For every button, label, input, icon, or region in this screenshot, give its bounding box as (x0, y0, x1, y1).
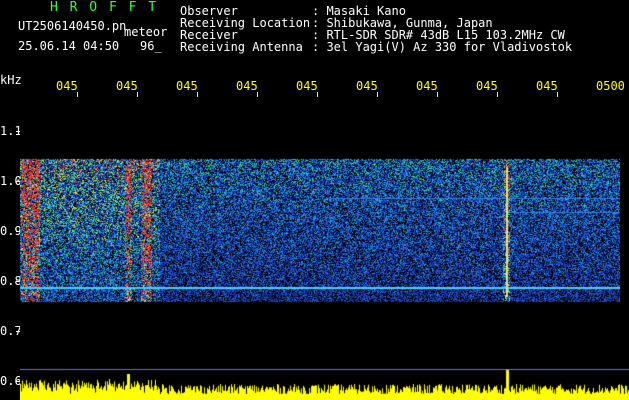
time-tick-label: 045 (476, 79, 498, 93)
time-tick-label: 045 (416, 79, 438, 93)
datetime: 25.06.14 04:50 (18, 39, 120, 53)
amplitude-strip (20, 368, 629, 400)
filename: UT2506140450.pn (18, 19, 127, 33)
time-tick-label: 045 (236, 79, 258, 93)
time-tick-label: 0500 (596, 79, 625, 93)
spectrogram-plot (20, 97, 620, 368)
time-tick-label: 045 (296, 79, 318, 93)
time-tick-label: 045 (356, 79, 378, 93)
info-value-antenna: : 3el Yagi(V) Az 330 for Vladivostok (312, 40, 573, 54)
meteor-label: meteor (124, 25, 168, 39)
time-tick-label: 045 (536, 79, 558, 93)
y-axis-unit: kHz (0, 73, 22, 87)
time-tick-label: 045 (56, 79, 78, 93)
meteor-count: 96_ (140, 39, 162, 53)
info-label-antenna: Receiving Antenna (180, 40, 303, 54)
time-tick-label: 045 (116, 79, 138, 93)
time-tick-label: 045 (176, 79, 198, 93)
app-logo: H R O F F T (50, 0, 159, 15)
